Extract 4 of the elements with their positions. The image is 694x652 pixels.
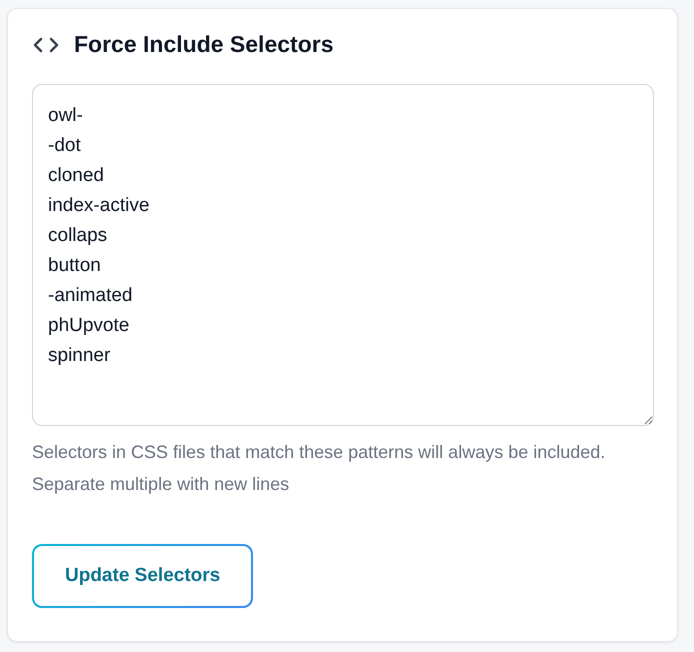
help-text: Selectors in CSS files that match these patterns will always be included. Separate multiple with new lines	[32, 441, 606, 496]
update-selectors-button[interactable]: Update Selectors	[32, 544, 254, 608]
section-title: Force Include Selectors	[74, 31, 334, 58]
selectors-field[interactable]: owl- -dot cloned index-active collaps button -animated phUpvote spinner	[32, 84, 654, 426]
